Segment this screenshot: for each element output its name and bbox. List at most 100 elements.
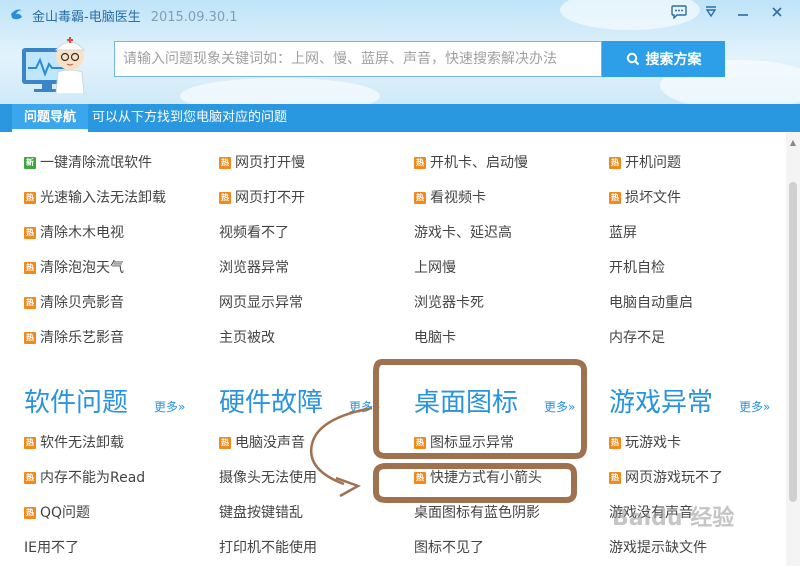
- list-item[interactable]: 主页被改: [219, 328, 275, 348]
- hot-badge: 热: [24, 507, 36, 519]
- list-item[interactable]: 热看视频卡: [414, 188, 486, 208]
- list-item[interactable]: 热损坏文件: [609, 188, 681, 208]
- list-item[interactable]: 热网页打不开: [219, 188, 305, 208]
- list-item-label: 网页游戏玩不了: [625, 470, 723, 486]
- category-title: 硬件故障: [219, 388, 324, 418]
- hot-badge: 热: [414, 472, 426, 484]
- category-title: 软件问题: [24, 388, 129, 418]
- list-item[interactable]: 热光速输入法无法卸载: [24, 188, 166, 208]
- list-item[interactable]: 内存不足: [609, 328, 665, 348]
- list-item-label: 电脑卡: [414, 330, 456, 346]
- list-item[interactable]: 游戏提示缺文件: [609, 538, 707, 558]
- hot-badge: 热: [24, 227, 36, 239]
- hot-badge: 热: [24, 262, 36, 274]
- scrollbar[interactable]: ▲: [786, 132, 800, 566]
- list-item[interactable]: 上网慢: [414, 258, 456, 278]
- list-item[interactable]: 电脑自动重启: [609, 293, 693, 313]
- minimize-icon[interactable]: [732, 2, 754, 22]
- list-item[interactable]: 热电脑没声音: [219, 433, 305, 453]
- list-item[interactable]: 热清除乐艺影音: [24, 328, 124, 348]
- list-item[interactable]: 热清除泡泡天气: [24, 258, 124, 278]
- list-item[interactable]: 热图标显示异常: [414, 433, 514, 453]
- more-link[interactable]: 更多»: [349, 398, 380, 415]
- app-window: 金山毒霸-电脑医生 2015.09.30.1 请输入问题现象关键词如：上网、慢、…: [0, 0, 800, 566]
- category-title: 游戏异常: [609, 388, 714, 418]
- app-version: 2015.09.30.1: [150, 10, 238, 25]
- list-item[interactable]: 图标不见了: [414, 538, 484, 558]
- list-item-label: 蓝屏: [609, 225, 637, 241]
- list-item-label: 浏览器异常: [219, 260, 289, 276]
- list-item[interactable]: 开机自检: [609, 258, 665, 278]
- list-item-label: 电脑没声音: [235, 435, 305, 451]
- chat-icon[interactable]: [668, 2, 690, 22]
- more-link[interactable]: 更多»: [544, 398, 575, 415]
- scroll-up-icon[interactable]: ▲: [786, 138, 800, 147]
- list-item-label: 打印机不能使用: [219, 540, 317, 556]
- list-item[interactable]: 热网页打开慢: [219, 153, 305, 173]
- nav-hint: 可以从下方找到您电脑对应的问题: [92, 110, 288, 125]
- list-item[interactable]: 网页显示异常: [219, 293, 303, 313]
- list-item[interactable]: 桌面图标有蓝色阴影: [414, 503, 540, 523]
- list-item[interactable]: 蓝屏: [609, 223, 637, 243]
- hot-badge: 热: [24, 297, 36, 309]
- app-logo-icon: [11, 9, 23, 20]
- list-item[interactable]: 热开机卡、启动慢: [414, 153, 528, 173]
- list-item-label: 清除贝壳影音: [40, 295, 124, 311]
- list-item-label: 清除乐艺影音: [40, 330, 124, 346]
- list-item[interactable]: 热内存不能为Read: [24, 468, 145, 488]
- category-title: 桌面图标: [414, 388, 519, 418]
- list-item[interactable]: 热清除木木电视: [24, 223, 124, 243]
- list-item[interactable]: 热开机问题: [609, 153, 681, 173]
- menu-icon[interactable]: [700, 2, 722, 22]
- list-item-label: 上网慢: [414, 260, 456, 276]
- list-item[interactable]: 视频看不了: [219, 223, 289, 243]
- list-item[interactable]: 游戏卡、延迟高: [414, 223, 512, 243]
- header: 金山毒霸-电脑医生 2015.09.30.1 请输入问题现象关键词如：上网、慢、…: [0, 0, 800, 114]
- search-button[interactable]: 搜索方案: [602, 41, 725, 77]
- list-item-label: 内存不能为Read: [40, 470, 146, 486]
- hot-badge: 热: [219, 157, 231, 169]
- hot-badge: 热: [609, 192, 621, 204]
- list-item[interactable]: 浏览器卡死: [414, 293, 484, 313]
- more-link[interactable]: 更多»: [739, 398, 770, 415]
- hot-badge: 热: [24, 437, 36, 449]
- hot-badge: 热: [414, 192, 426, 204]
- list-item-label: QQ问题: [40, 505, 91, 521]
- hot-badge: 热: [609, 157, 621, 169]
- list-item-label: 网页打开慢: [235, 155, 305, 171]
- list-item[interactable]: 热网页游戏玩不了: [609, 468, 723, 488]
- list-item[interactable]: 热玩游戏卡: [609, 433, 681, 453]
- list-item-label: 开机自检: [609, 260, 665, 276]
- tab-problem-navigation[interactable]: 问题导航: [12, 104, 89, 132]
- list-item[interactable]: 热软件无法卸载: [24, 433, 124, 453]
- scroll-thumb[interactable]: [789, 182, 797, 502]
- list-item-label: 图标显示异常: [430, 435, 514, 451]
- list-item-label: IE用不了: [24, 540, 79, 556]
- list-item-label: 摄像头无法使用: [219, 470, 317, 486]
- list-item-label: 电脑自动重启: [609, 295, 693, 311]
- list-item-label: 游戏提示缺文件: [609, 540, 707, 556]
- list-item[interactable]: 新一键清除流氓软件: [24, 153, 152, 173]
- list-item[interactable]: 打印机不能使用: [219, 538, 317, 558]
- list-item[interactable]: IE用不了: [24, 538, 79, 558]
- more-link[interactable]: 更多»: [154, 398, 185, 415]
- list-item[interactable]: 电脑卡: [414, 328, 456, 348]
- app-title: 金山毒霸-电脑医生: [32, 10, 141, 25]
- search-input[interactable]: [115, 42, 601, 76]
- list-item[interactable]: 键盘按键错乱: [219, 503, 303, 523]
- title-bar: 金山毒霸-电脑医生 2015.09.30.1: [0, 0, 800, 28]
- list-item-label: 快捷方式有小箭头: [430, 470, 542, 486]
- list-item[interactable]: 浏览器异常: [219, 258, 289, 278]
- list-item-label: 内存不足: [609, 330, 665, 346]
- list-item[interactable]: 摄像头无法使用: [219, 468, 317, 488]
- hot-badge: 热: [24, 332, 36, 344]
- hot-badge: 热: [219, 437, 231, 449]
- close-icon[interactable]: [766, 2, 788, 22]
- list-item-label: 桌面图标有蓝色阴影: [414, 505, 540, 521]
- list-item-label: 开机问题: [625, 155, 681, 171]
- list-item[interactable]: 热清除贝壳影音: [24, 293, 124, 313]
- list-item[interactable]: 热快捷方式有小箭头: [414, 468, 542, 488]
- list-item-label: 开机卡、启动慢: [430, 155, 528, 171]
- list-item-label: 光速输入法无法卸载: [40, 190, 166, 206]
- list-item[interactable]: 热 QQ问题: [24, 503, 90, 523]
